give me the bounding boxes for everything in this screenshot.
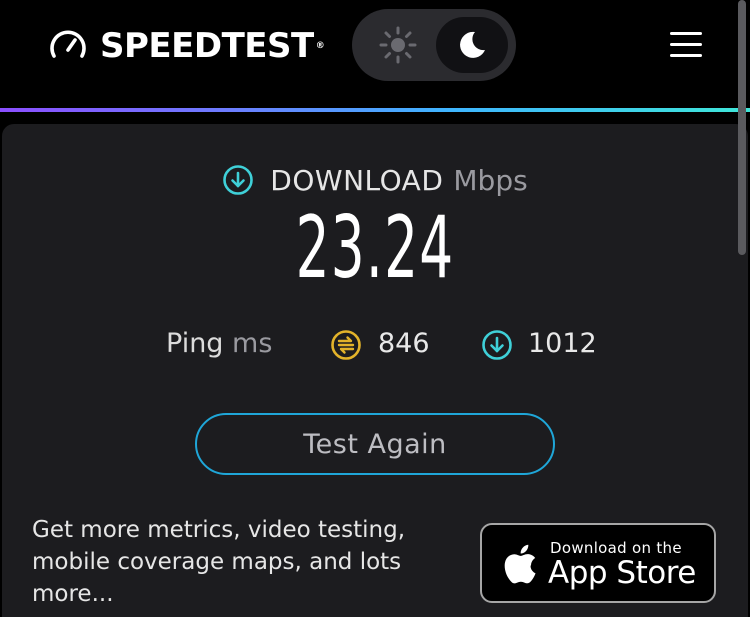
light-theme-option[interactable] xyxy=(370,25,426,65)
download-label: DOWNLOAD Mbps xyxy=(0,160,750,200)
menu-button[interactable] xyxy=(668,32,704,60)
ping-unit: ms xyxy=(232,328,273,359)
download-ping-value: 1012 xyxy=(528,328,597,359)
apple-logo-icon xyxy=(504,544,536,584)
dark-theme-option[interactable] xyxy=(436,17,508,73)
ping-row: Ping ms 846 1012 xyxy=(0,326,750,366)
unloaded-ping-icon xyxy=(331,330,361,360)
download-arrow-icon xyxy=(223,165,254,195)
speedtest-logo[interactable]: SPEEDTEST ® xyxy=(48,26,325,66)
vertical-scrollbar[interactable] xyxy=(738,0,746,255)
trademark: ® xyxy=(315,41,325,51)
ping-title: Ping xyxy=(166,328,224,359)
brand-name: SPEEDTEST xyxy=(100,26,314,66)
speedtest-page: SPEEDTEST ® DOWNLOAD Mbps 23.24 Ping ms … xyxy=(0,0,750,617)
promo-text: Get more metrics, video testing, mobile … xyxy=(32,517,406,607)
app-store-title: App Store xyxy=(548,555,696,591)
header: SPEEDTEST ® xyxy=(0,0,750,108)
app-store-badge[interactable]: Download on the App Store xyxy=(480,523,716,603)
hamburger-icon-line xyxy=(670,43,702,46)
hamburger-icon-line xyxy=(670,54,702,57)
download-ping-icon xyxy=(482,330,512,360)
download-unit: Mbps xyxy=(453,163,528,197)
sun-icon xyxy=(379,26,417,64)
test-again-button[interactable]: Test Again xyxy=(195,413,555,475)
download-speed-value: 23.24 xyxy=(295,198,455,298)
speedometer-icon xyxy=(50,30,86,58)
theme-toggle[interactable] xyxy=(352,9,516,81)
ping-label: Ping ms xyxy=(166,328,272,359)
header-gradient-divider xyxy=(0,108,750,112)
download-title: DOWNLOAD xyxy=(270,163,444,197)
hamburger-icon-line xyxy=(670,32,702,35)
unloaded-ping-value: 846 xyxy=(378,328,430,359)
moon-icon xyxy=(460,31,485,58)
